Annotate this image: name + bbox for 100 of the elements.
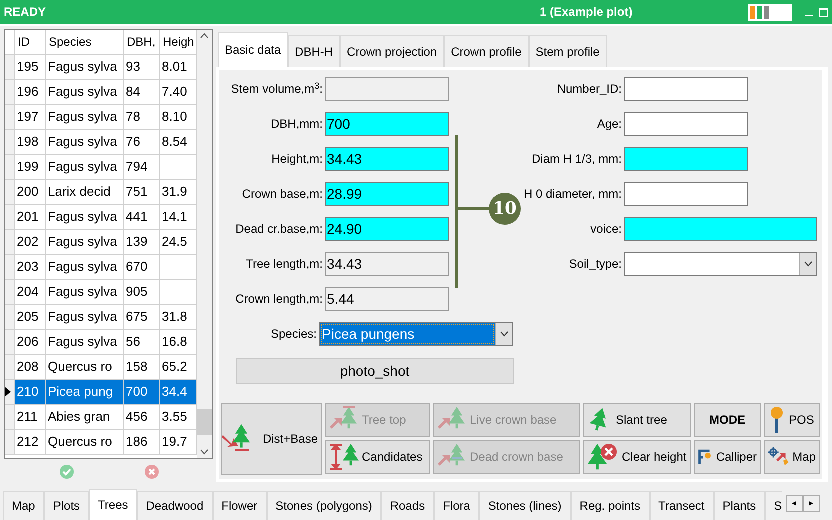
field-label: Height,m:	[272, 151, 323, 168]
tab[interactable]: Stem profile	[528, 35, 607, 67]
table-row[interactable]: 200 Larix decid 751 31.9	[5, 180, 197, 205]
tab[interactable]: Crown projection	[340, 35, 444, 67]
tab[interactable]: DBH-H	[288, 35, 340, 67]
tab[interactable]: Crown profile	[444, 35, 529, 67]
cancel-icon[interactable]	[144, 465, 158, 479]
table-cell-text: 208	[17, 358, 39, 376]
table-cell-text: 16.8	[162, 333, 188, 352]
table-row[interactable]: 211 Abies gran 456 3.55	[5, 405, 197, 430]
tab-scroll-button[interactable]: ▸	[803, 495, 820, 512]
species-dropdown[interactable]: Picea pungens	[319, 322, 513, 346]
field-label: Stem volume,m$^{3}$:	[231, 80, 323, 98]
scroll-up-icon[interactable]	[200, 33, 209, 39]
input-field[interactable]: 24.90	[325, 217, 449, 241]
table-cell-text: 201	[17, 208, 39, 226]
table-cell-text: 19.7	[162, 433, 188, 452]
tool-button[interactable]: Map	[764, 440, 820, 474]
confirm-icon[interactable]	[60, 465, 74, 479]
tool-button[interactable]: Candidates	[325, 440, 430, 474]
input-field[interactable]	[624, 112, 748, 136]
tool-button[interactable]: Dist+Base	[221, 403, 322, 475]
table-cell-text: Larix decid	[48, 183, 111, 202]
table-cell-text: 204	[17, 283, 39, 302]
bottom-tab[interactable]: Deadwood	[137, 491, 213, 520]
tab-scroll-button[interactable]: ◂	[786, 495, 803, 512]
table-cell-text: Quercus ro	[48, 433, 112, 452]
table-cell-text: 158	[126, 358, 148, 376]
bottom-tab[interactable]: Reg. points	[570, 491, 650, 520]
table-row[interactable]: 206 Fagus sylva 56 16.8	[5, 330, 197, 355]
table-cell-text: 196	[17, 83, 39, 102]
table-row[interactable]: 204 Fagus sylva 905	[5, 280, 197, 305]
bottom-tab[interactable]: Roads	[381, 491, 434, 520]
table-cell-text: 441	[126, 208, 148, 226]
bottom-tab[interactable]: Stones (lines)	[479, 491, 571, 520]
input-field[interactable]: 5.44	[325, 287, 449, 311]
table-cell-text: 200	[17, 183, 39, 202]
table-cell-text: Fagus sylva	[48, 283, 118, 302]
table-cell-text: 24.5	[162, 233, 188, 252]
tree-height-icon	[329, 443, 359, 471]
table-cell-text: 65.2	[162, 358, 188, 376]
tool-button[interactable]: Slant tree	[583, 403, 691, 437]
table-cell-text: Fagus sylva	[48, 108, 118, 126]
table-row[interactable]: 208 Quercus ro 158 65.2	[5, 355, 197, 380]
input-field[interactable]: 28.99	[325, 182, 449, 206]
bottom-tab[interactable]: Map	[3, 491, 44, 520]
table-cell-text: 3.55	[162, 408, 188, 426]
field-label: Number_ID:	[556, 81, 623, 98]
input-field[interactable]: 34.43	[325, 252, 449, 276]
dropdown[interactable]	[624, 252, 817, 276]
input-field[interactable]	[325, 77, 449, 101]
table-row[interactable]: 202 Fagus sylva 139 24.5	[5, 230, 197, 255]
restore-icon[interactable]	[819, 7, 828, 17]
table-cell-text: 212	[17, 433, 39, 452]
scroll-down-icon[interactable]	[200, 449, 209, 455]
bottom-tab[interactable]: Flower	[212, 491, 267, 520]
table-cell-text: 76	[126, 133, 140, 152]
table-cell-text: 905	[126, 283, 148, 302]
input-field[interactable]	[624, 182, 748, 206]
bottom-tab[interactable]: Stones (polygons)	[266, 491, 382, 520]
scroll-thumb[interactable]	[197, 409, 212, 435]
tab[interactable]: Basic data	[218, 32, 288, 67]
input-field[interactable]	[624, 147, 748, 171]
bottom-tab[interactable]: Trees	[89, 489, 138, 520]
table-cell-text: 456	[126, 408, 148, 426]
field-label: Soil_type:	[568, 256, 623, 273]
table-cell-text: 34.4	[162, 383, 188, 402]
table-row[interactable]: 195 Fagus sylva 93 8.01	[5, 55, 197, 80]
bottom-tab[interactable]: Plants	[714, 491, 766, 520]
table-cell-text: 139	[126, 233, 148, 252]
table-cell-text: 14.1	[162, 208, 188, 226]
input-field[interactable]: 700	[325, 112, 449, 136]
bottom-tab[interactable]: Flora	[434, 491, 480, 520]
table-row[interactable]: 212 Quercus ro 186 19.7	[5, 430, 197, 455]
table-row[interactable]: 210 Picea pung 700 34.4	[5, 380, 197, 405]
table-row[interactable]: 199 Fagus sylva 794	[5, 155, 197, 180]
input-field[interactable]	[624, 217, 817, 241]
table-cell-text: 198	[17, 133, 39, 152]
table-row[interactable]: 205 Fagus sylva 675 31.8	[5, 305, 197, 330]
bottom-tab[interactable]: S	[765, 491, 782, 520]
table-row[interactable]: 198 Fagus sylva 76 8.54	[5, 130, 197, 155]
tool-button[interactable]: Calliper	[694, 440, 761, 474]
table-cell-text: 675	[126, 308, 148, 326]
table-cell-text: 197	[17, 108, 39, 126]
table-row[interactable]: 201 Fagus sylva 441 14.1	[5, 205, 197, 230]
scrollbar[interactable]	[197, 30, 212, 458]
table-cell-text: 751	[126, 183, 148, 202]
table-row[interactable]: 197 Fagus sylva 78 8.10	[5, 105, 197, 130]
input-field[interactable]: 34.43	[325, 147, 449, 171]
table-cell-text: 8.01	[162, 58, 188, 76]
row-pointer-icon	[5, 387, 11, 397]
photo-button[interactable]: photo_shot	[236, 358, 514, 384]
input-field[interactable]	[624, 77, 748, 101]
tool-button[interactable]: Clear height	[583, 440, 691, 474]
tool-button[interactable]: MODE	[694, 403, 761, 437]
table-row[interactable]: 196 Fagus sylva 84 7.40	[5, 80, 197, 105]
bottom-tab[interactable]: Transect	[650, 491, 714, 520]
table-row[interactable]: 203 Fagus sylva 670	[5, 255, 197, 280]
bottom-tab[interactable]: Plots	[44, 491, 90, 520]
tool-button[interactable]: POS	[764, 403, 820, 437]
